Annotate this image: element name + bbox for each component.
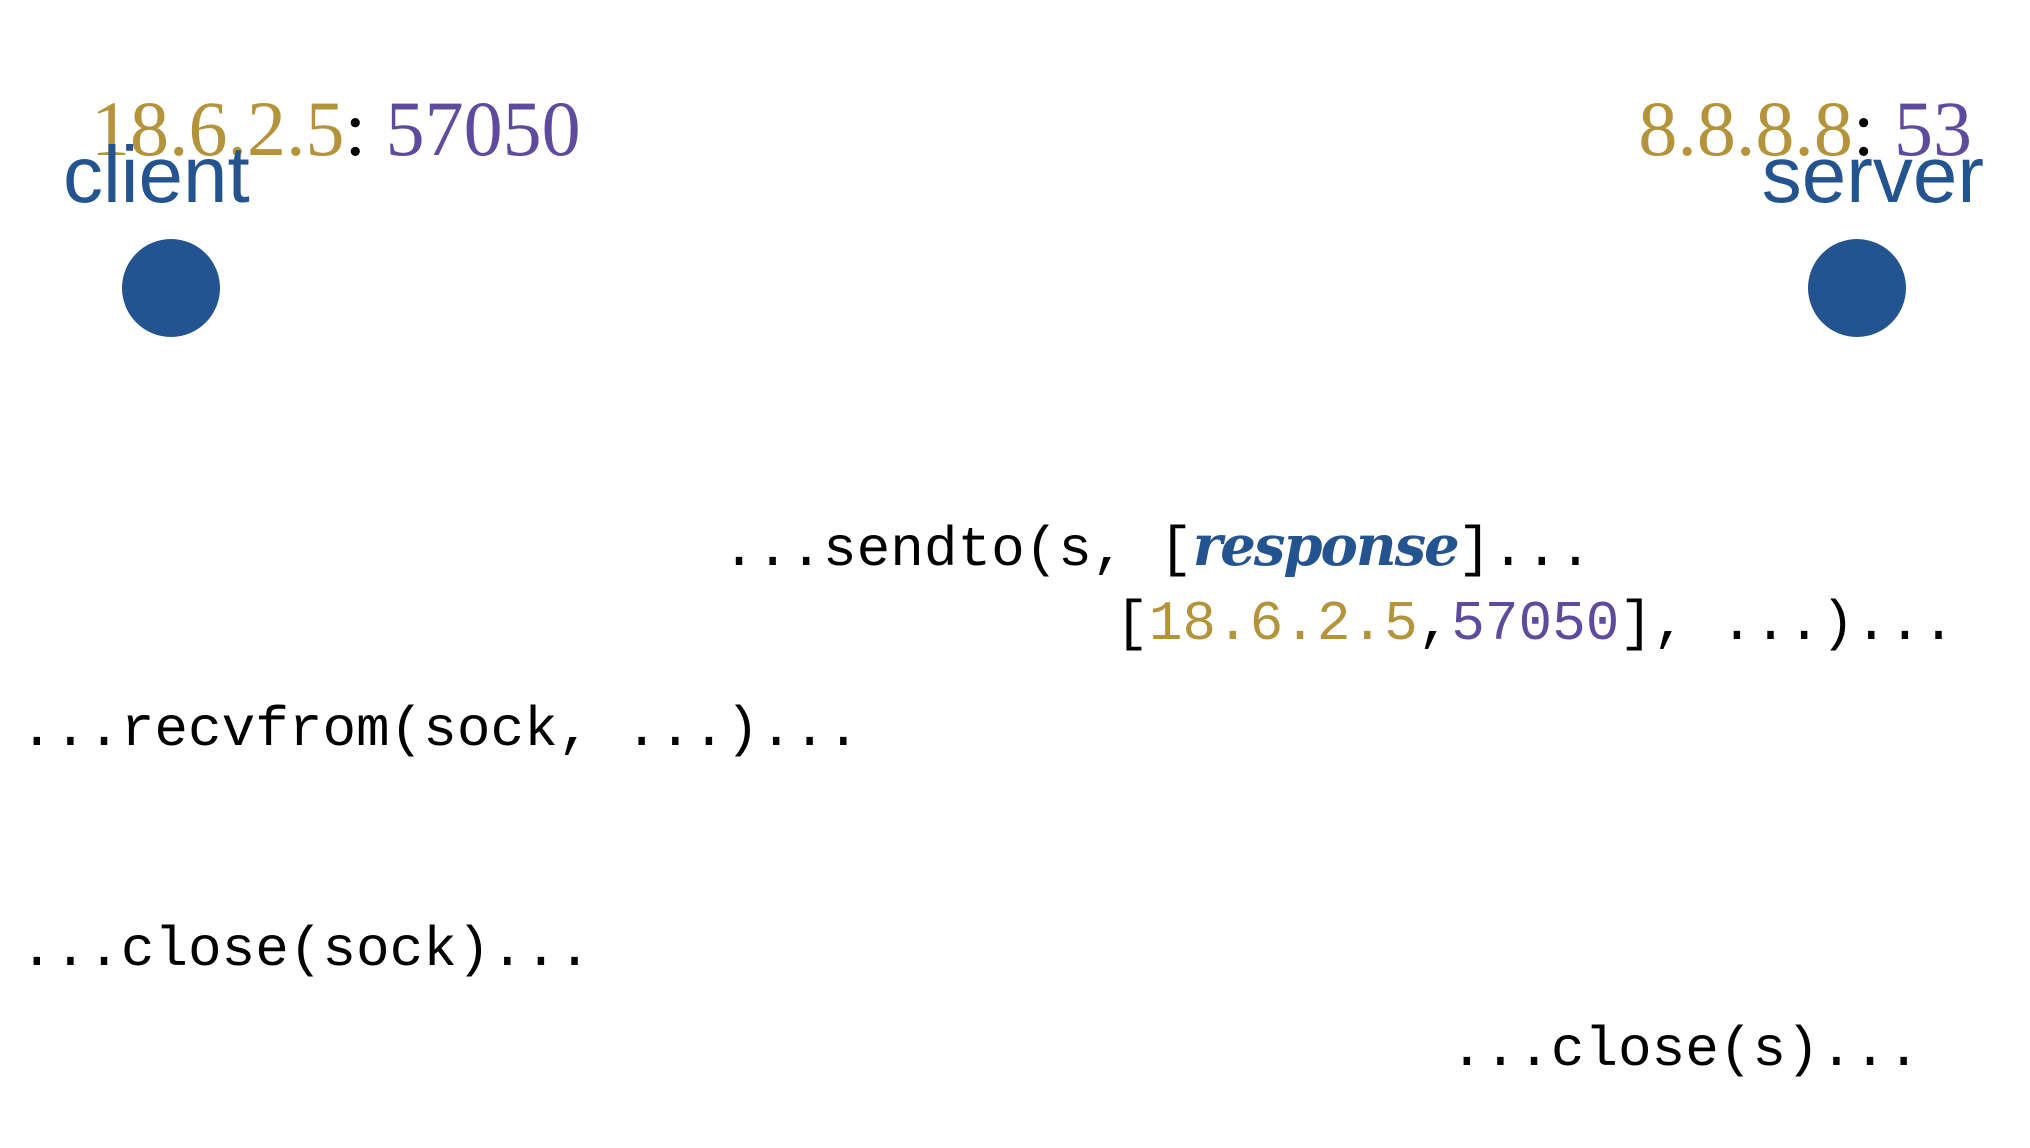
recvfrom-call: ...recvfrom(sock, ...)... xyxy=(20,698,861,762)
server-close-call: ...close(s)... xyxy=(1450,1018,1921,1082)
client-node-icon xyxy=(122,239,220,337)
sendto-dest-open: [ xyxy=(1115,592,1149,656)
client-address-separator: : xyxy=(344,85,367,172)
sendto-dest-port: 57050 xyxy=(1451,592,1620,656)
server-node-icon xyxy=(1808,239,1906,337)
client-close-call: ...close(sock)... xyxy=(20,918,592,982)
sendto-dest-comma: , xyxy=(1417,592,1452,656)
client-label: client xyxy=(63,130,250,219)
client-port: 57050 xyxy=(385,85,581,172)
sendto-dest-close: ], ...)... xyxy=(1619,592,1956,656)
sendto-dest-ip: 18.6.2.5 xyxy=(1148,592,1418,656)
sendto-destination: [18.6.2.5,57050], ...)... xyxy=(1048,540,1955,652)
server-label: server xyxy=(1761,130,1984,219)
